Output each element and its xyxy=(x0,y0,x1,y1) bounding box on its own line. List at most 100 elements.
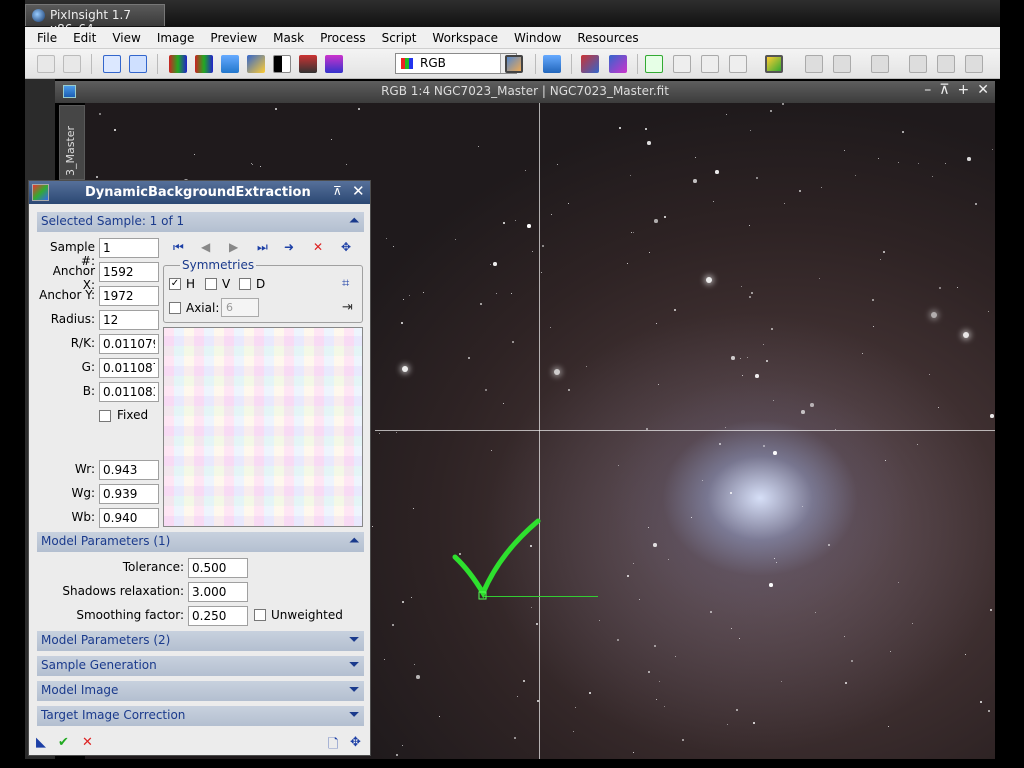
section-sample-generation[interactable]: Sample Generation ⏷ xyxy=(37,656,364,676)
chevron-down-icon[interactable]: ⏷ xyxy=(349,707,359,722)
pan-icon[interactable] xyxy=(871,55,889,73)
star xyxy=(967,157,971,161)
mask-icon[interactable] xyxy=(581,55,599,73)
section-model-parameters-2[interactable]: Model Parameters (2) ⏷ xyxy=(37,631,364,651)
symmetry-h-checkbox[interactable]: ✓ xyxy=(169,278,181,290)
invert-icon[interactable] xyxy=(247,55,265,73)
star xyxy=(575,707,577,709)
section-model-image[interactable]: Model Image ⏷ xyxy=(37,681,364,701)
chevron-up-icon[interactable]: ⏶ xyxy=(349,533,359,548)
identifier-icon[interactable] xyxy=(103,55,121,73)
b-field[interactable] xyxy=(99,382,159,402)
axial-spinbox[interactable]: 6 xyxy=(221,298,259,317)
symmetry-sample-icon[interactable]: ⌗ xyxy=(342,276,349,291)
go-to-sample-icon[interactable]: ➜ xyxy=(284,240,294,254)
menu-workspace[interactable]: Workspace xyxy=(424,27,506,49)
rotate-icon[interactable] xyxy=(325,55,343,73)
screen-transfer-icon[interactable] xyxy=(543,55,561,73)
new-instance-icon[interactable]: ◣ xyxy=(36,735,46,750)
menu-mask[interactable]: Mask xyxy=(265,27,312,49)
last-sample-icon[interactable]: ⏭ xyxy=(257,240,268,255)
cancel-icon[interactable]: ✕ xyxy=(82,735,93,750)
section-label: Model Image xyxy=(41,683,119,697)
menu-edit[interactable]: Edit xyxy=(65,27,104,49)
dbe-title: DynamicBackgroundExtraction xyxy=(85,185,311,200)
preview-delete-icon[interactable] xyxy=(729,55,747,73)
apply-icon[interactable]: ✔ xyxy=(58,735,69,750)
shade-icon[interactable]: ⊼ xyxy=(333,184,342,198)
chevron-down-icon[interactable]: ⏷ xyxy=(349,657,359,672)
axial-tool-icon[interactable]: ⇥ xyxy=(342,300,353,315)
menu-resources[interactable]: Resources xyxy=(569,27,646,49)
undo-icon[interactable] xyxy=(37,55,55,73)
chevron-down-icon[interactable]: ⏷ xyxy=(349,682,359,697)
unweighted-checkbox[interactable] xyxy=(254,609,266,621)
maximize-icon[interactable]: + xyxy=(958,82,970,98)
zoom-out-icon[interactable] xyxy=(833,55,851,73)
radius-field[interactable] xyxy=(99,310,159,330)
browse-documentation-icon[interactable]: 🗋 xyxy=(328,735,338,757)
fit-view-icon[interactable] xyxy=(937,55,955,73)
readout-icon[interactable] xyxy=(909,55,927,73)
reset-icon[interactable]: ✥ xyxy=(350,735,361,750)
channel-select[interactable]: RGB ▼ xyxy=(395,53,517,74)
new-preview-icon[interactable] xyxy=(645,55,663,73)
wr-field[interactable] xyxy=(99,460,159,480)
grayscale-icon[interactable] xyxy=(273,55,291,73)
section-target-image-correction[interactable]: Target Image Correction ⏷ xyxy=(37,706,364,726)
redo-icon[interactable] xyxy=(63,55,81,73)
minimize-icon[interactable]: – xyxy=(924,82,931,98)
menu-view[interactable]: View xyxy=(104,27,148,49)
chevron-down-icon[interactable]: ⏷ xyxy=(349,632,359,647)
center-sample-icon[interactable]: ✥ xyxy=(341,240,351,254)
preview-edit-icon[interactable] xyxy=(673,55,691,73)
menu-bar: File Edit View Image Preview Mask Proces… xyxy=(25,27,1000,49)
previous-sample-icon[interactable]: ◀ xyxy=(201,240,210,254)
close-icon[interactable]: ✕ xyxy=(352,182,365,200)
section-model-parameters-1[interactable]: Model Parameters (1) ⏶ xyxy=(37,532,364,552)
image-side-tab[interactable]: 3_Master xyxy=(59,105,85,180)
chevron-up-icon[interactable]: ⏶ xyxy=(349,213,359,228)
shade-icon[interactable]: ⊼ xyxy=(939,82,949,98)
clone-icon[interactable] xyxy=(129,55,147,73)
next-sample-icon[interactable]: ▶ xyxy=(229,240,238,254)
delete-sample-icon[interactable]: ✕ xyxy=(313,240,323,254)
symmetry-d-checkbox[interactable] xyxy=(239,278,251,290)
channel-extract-icon[interactable] xyxy=(195,55,213,73)
menu-script[interactable]: Script xyxy=(374,27,425,49)
menu-preview[interactable]: Preview xyxy=(202,27,265,49)
axial-checkbox[interactable] xyxy=(169,302,181,314)
anchor-y-field[interactable] xyxy=(99,286,159,306)
fixed-checkbox[interactable] xyxy=(99,410,111,422)
tolerance-field[interactable] xyxy=(188,558,248,578)
new-image-icon[interactable] xyxy=(221,55,239,73)
preview-copy-icon[interactable] xyxy=(701,55,719,73)
rk-field[interactable] xyxy=(99,334,159,354)
star xyxy=(468,357,471,360)
zoom-1-1-icon[interactable] xyxy=(965,55,983,73)
menu-process[interactable]: Process xyxy=(312,27,374,49)
wg-field[interactable] xyxy=(99,484,159,504)
wb-field[interactable] xyxy=(99,508,159,528)
zoom-in-icon[interactable] xyxy=(805,55,823,73)
rgb-channels-icon[interactable] xyxy=(169,55,187,73)
section-selected-sample[interactable]: Selected Sample: 1 of 1 ⏶ xyxy=(37,212,364,232)
dbe-titlebar[interactable]: DynamicBackgroundExtraction ⊼ ✕ xyxy=(29,181,370,204)
process-container-icon[interactable] xyxy=(765,55,783,73)
smoothing-factor-field[interactable] xyxy=(188,606,248,626)
menu-file[interactable]: File xyxy=(29,27,65,49)
close-icon[interactable]: ✕ xyxy=(977,82,989,98)
color-mode-icon[interactable] xyxy=(505,55,523,73)
show-mask-icon[interactable] xyxy=(609,55,627,73)
menu-window[interactable]: Window xyxy=(506,27,569,49)
symmetry-v-checkbox[interactable] xyxy=(205,278,217,290)
shadows-relaxation-field[interactable] xyxy=(188,582,248,602)
flip-icon[interactable] xyxy=(299,55,317,73)
anchor-x-field[interactable] xyxy=(99,262,159,282)
first-sample-icon[interactable]: ⏮ xyxy=(173,240,184,255)
image-window-titlebar[interactable]: RGB 1:4 NGC7023_Master | NGC7023_Master.… xyxy=(55,81,995,103)
star xyxy=(750,130,752,132)
sample-number-field[interactable] xyxy=(99,238,159,258)
menu-image[interactable]: Image xyxy=(149,27,203,49)
g-field[interactable] xyxy=(99,358,159,378)
